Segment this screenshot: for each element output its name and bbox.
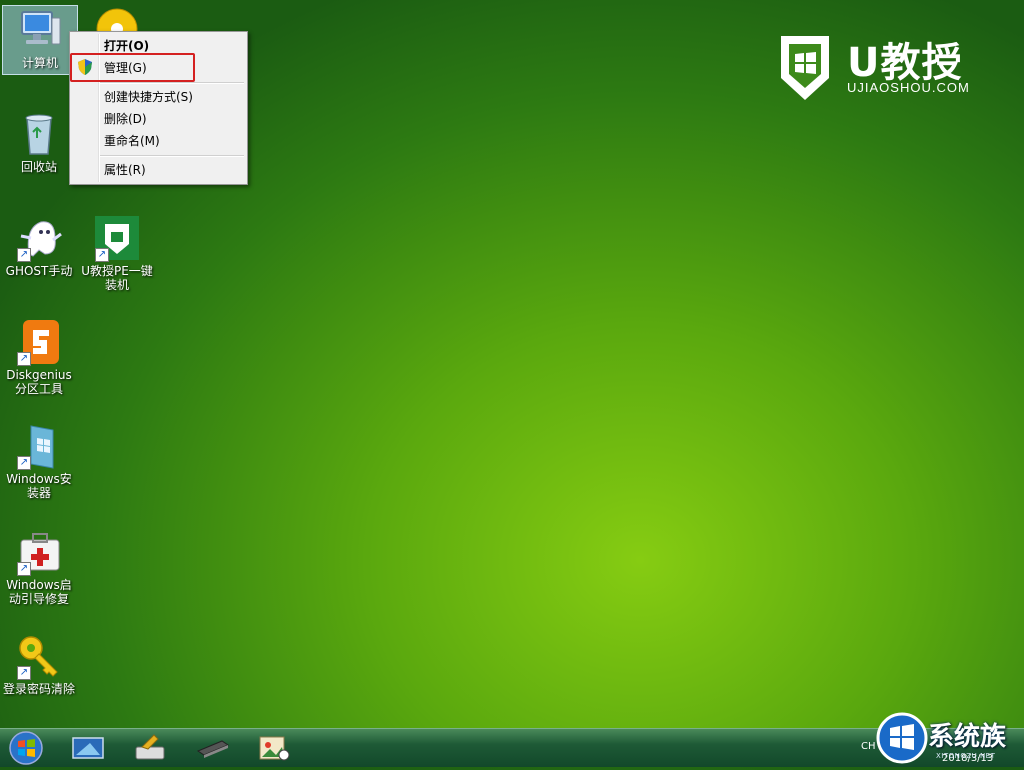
shortcut-arrow-icon: ↗: [17, 248, 31, 262]
desktop-icon-label: 登录密码清除: [2, 682, 75, 696]
desktop-icon: [72, 737, 104, 759]
desktop-icon-label: U教授PE一键装机: [81, 264, 153, 292]
desktop-icon-label: Diskgenius分区工具: [6, 368, 72, 396]
menu-item-properties[interactable]: 属性(R): [104, 160, 146, 180]
computer-icon: [16, 6, 64, 54]
key-icon: ↗: [15, 632, 63, 680]
start-button[interactable]: [6, 730, 46, 766]
desktop-icon-diskgenius[interactable]: ↗ Diskgenius分区工具: [2, 318, 76, 396]
start-orb-icon: [9, 731, 43, 765]
desktop-icon-boot-repair[interactable]: ↗ Windows启动引导修复: [2, 528, 76, 606]
desktop-icon-computer[interactable]: 计算机: [2, 5, 78, 75]
desktop-icon-label: GHOST手动: [5, 264, 73, 278]
windows-logo-icon: [876, 712, 928, 764]
desktop-icon-password-clear[interactable]: ↗ 登录密码清除: [2, 632, 76, 696]
watermark-url: XITONGZU.NET: [936, 752, 996, 760]
taskbar-memory-button[interactable]: [194, 733, 230, 763]
menu-separator: [100, 155, 244, 157]
taskbar-image-tool-button[interactable]: [256, 733, 292, 763]
shortcut-arrow-icon: ↗: [95, 248, 109, 262]
desktop-icon-windows-installer[interactable]: ↗ Windows安装器: [2, 422, 76, 500]
ujiaoshou-shield-icon: [781, 36, 829, 100]
image-tool-icon: [259, 736, 290, 761]
desktop-icon-label: 回收站: [20, 160, 57, 174]
desktop-icon-ghost[interactable]: ↗ GHOST手动: [2, 214, 76, 278]
watermark-text: 系统族: [928, 722, 1007, 752]
ghost-icon: ↗: [15, 214, 63, 262]
desktop-icon-ujiaoshou-pe[interactable]: ↗ U教授PE一键装机: [80, 214, 154, 292]
shortcut-arrow-icon: ↗: [17, 562, 31, 576]
menu-item-create-shortcut[interactable]: 创建快捷方式(S): [104, 87, 193, 107]
memory-chip-icon: [196, 740, 230, 758]
desktop-icon-label: Windows安装器: [6, 472, 72, 500]
diskgenius-icon: ↗: [15, 318, 63, 366]
taskbar: CH 2018/3/13: [0, 728, 1024, 767]
logo-url: UJIAOSHOU.COM: [847, 80, 970, 95]
taskbar-printer-tool-button[interactable]: [132, 733, 168, 763]
menu-item-delete[interactable]: 删除(D): [104, 109, 147, 129]
ujiaoshou-shield-icon: ↗: [93, 214, 141, 262]
xitongzu-watermark: 系统族 XITONGZU.NET: [876, 712, 1024, 766]
menu-separator: [100, 82, 244, 84]
tray-language-indicator[interactable]: CH: [861, 741, 876, 752]
taskbar-desktop-button[interactable]: [70, 733, 106, 763]
ujiaoshou-logo: U教授 UJIAOSHOU.COM: [779, 34, 989, 102]
manage-highlight-box: [70, 53, 195, 82]
shortcut-arrow-icon: ↗: [17, 666, 31, 680]
desktop-icon-recycle-bin[interactable]: 回收站: [2, 110, 76, 174]
windows-installer-icon: ↗: [15, 422, 63, 470]
shortcut-arrow-icon: ↗: [17, 352, 31, 366]
shortcut-arrow-icon: ↗: [17, 456, 31, 470]
first-aid-kit-icon: ↗: [15, 528, 63, 576]
desktop-icon-label: 计算机: [21, 56, 58, 70]
menu-item-rename[interactable]: 重命名(M): [104, 131, 160, 151]
printer-tool-icon: [135, 734, 165, 760]
desktop-icon-label: Windows启动引导修复: [6, 578, 72, 606]
recycle-bin-icon: [15, 110, 63, 158]
